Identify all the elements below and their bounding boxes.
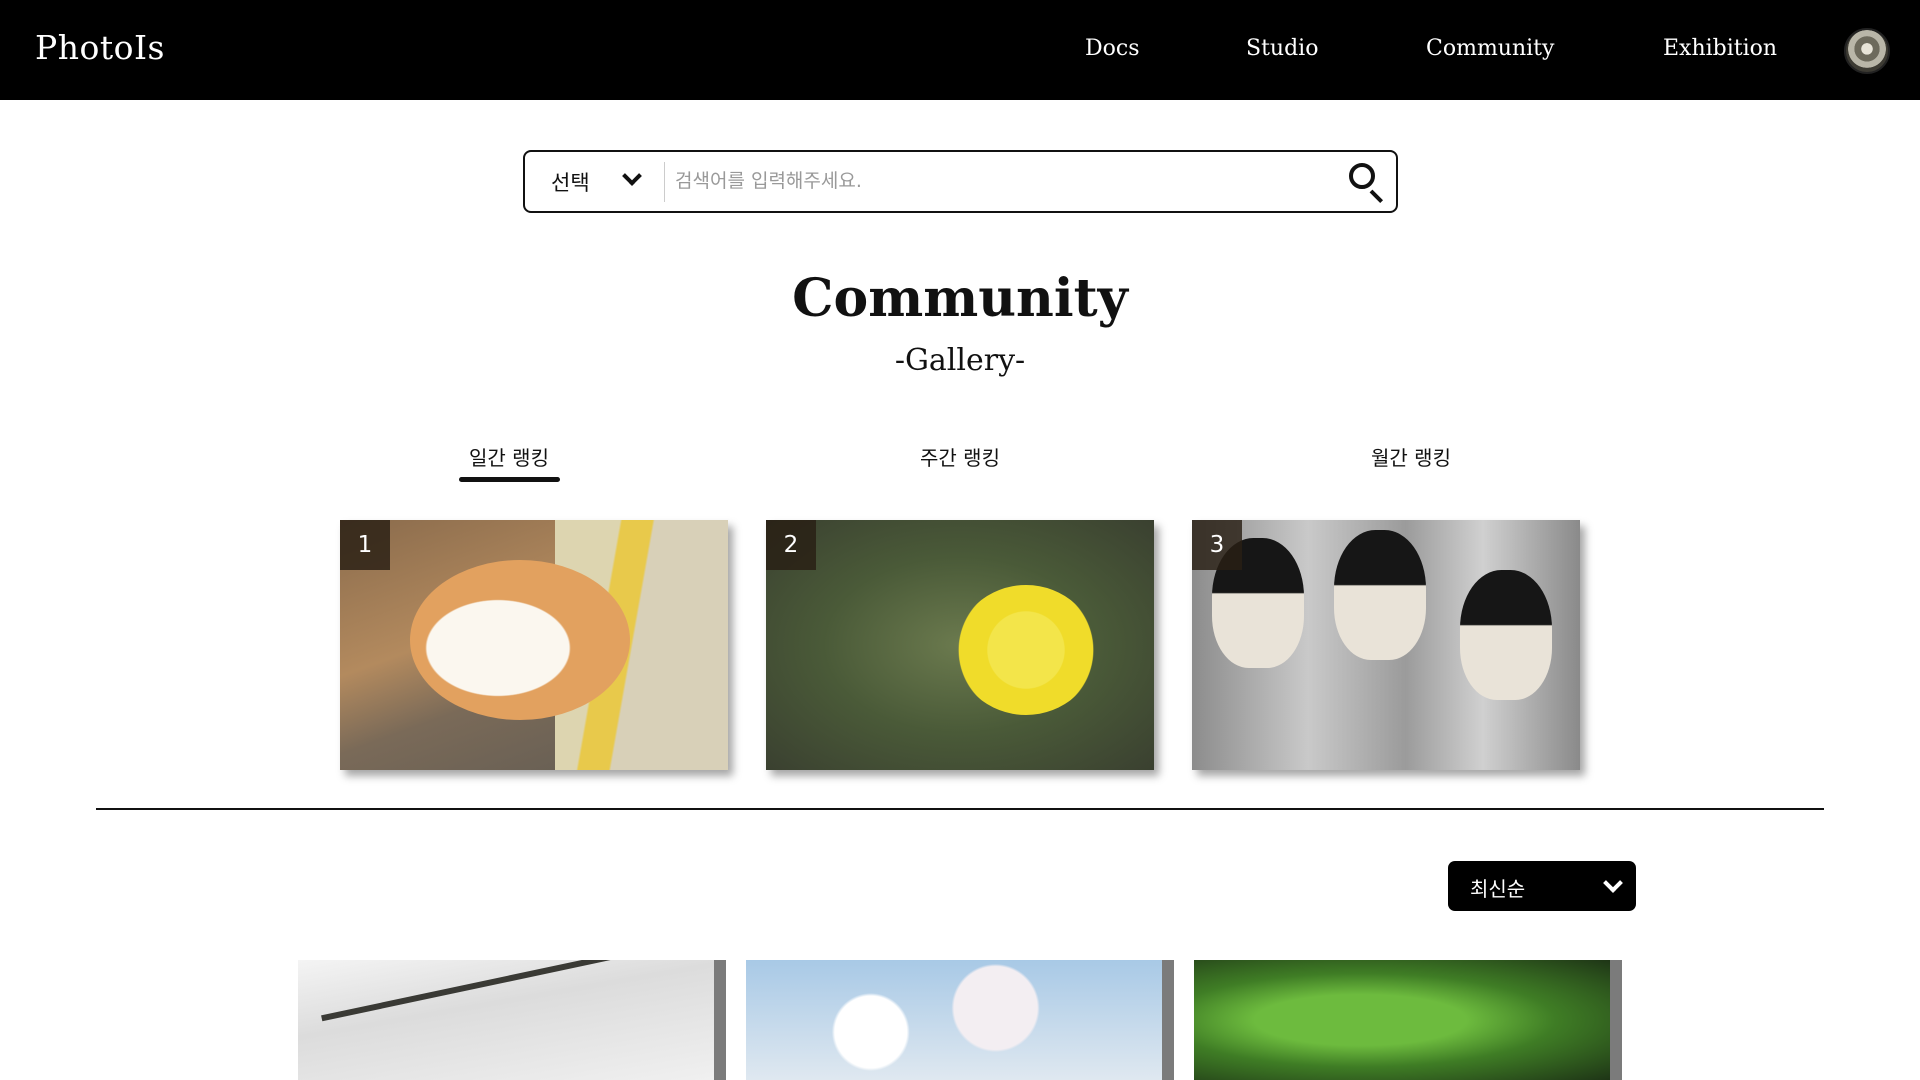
search-category-label: 선택 [551, 171, 590, 195]
nav-link-docs[interactable]: Docs [1085, 36, 1140, 61]
search-icon-handle [1369, 189, 1384, 204]
chevron-down-icon [1603, 873, 1623, 893]
search-button[interactable] [1345, 160, 1389, 204]
photo-mannequins [1192, 520, 1580, 770]
search-divider [664, 162, 665, 202]
rank-badge: 2 [766, 520, 816, 570]
gallery-photo-card[interactable] [1194, 960, 1622, 1080]
chevron-down-icon [622, 166, 642, 186]
photo-detail-head [1460, 570, 1552, 700]
search-category-select[interactable]: 선택 [525, 152, 665, 210]
nav-link-studio[interactable]: Studio [1246, 36, 1318, 61]
ranked-photo-card[interactable]: 3 [1192, 520, 1580, 770]
user-avatar[interactable] [1844, 28, 1890, 74]
nav-link-community[interactable]: Community [1426, 36, 1554, 61]
active-tab-indicator [459, 477, 560, 482]
sort-dropdown[interactable]: 최신순 [1448, 861, 1636, 911]
rank-badge: 3 [1192, 520, 1242, 570]
tab-weekly-ranking[interactable]: 주간 랭킹 [860, 442, 1060, 471]
page-title: Community [792, 268, 1128, 329]
nav-link-exhibition[interactable]: Exhibition [1663, 36, 1777, 61]
rank-badge: 1 [340, 520, 390, 570]
tab-monthly-ranking[interactable]: 월간 랭킹 [1311, 442, 1511, 471]
photo-detail-branch [321, 960, 655, 1022]
section-divider [96, 808, 1824, 810]
ranked-photo-card[interactable]: 1 [340, 520, 728, 770]
top-navigation-bar: PhotoIs Docs Studio Community Exhibition [0, 0, 1920, 100]
tab-daily-ranking[interactable]: 일간 랭킹 [409, 442, 609, 471]
search-icon [1349, 163, 1375, 189]
page-subtitle: -Gallery- [894, 343, 1026, 378]
search-input[interactable] [675, 160, 1325, 202]
gallery-photo-card[interactable] [298, 960, 726, 1080]
photo-detail-cat [410, 560, 630, 720]
photo-detail-bloom [956, 585, 1096, 715]
brand-logo[interactable]: PhotoIs [35, 28, 165, 67]
ranked-photo-card[interactable]: 2 [766, 520, 1154, 770]
photo-detail-head [1334, 530, 1426, 660]
photo-cat [340, 520, 728, 770]
search-bar: 선택 [523, 150, 1398, 213]
gallery-photo-card[interactable] [746, 960, 1174, 1080]
photo-dandelion [766, 520, 1154, 770]
sort-dropdown-label: 최신순 [1470, 877, 1526, 901]
